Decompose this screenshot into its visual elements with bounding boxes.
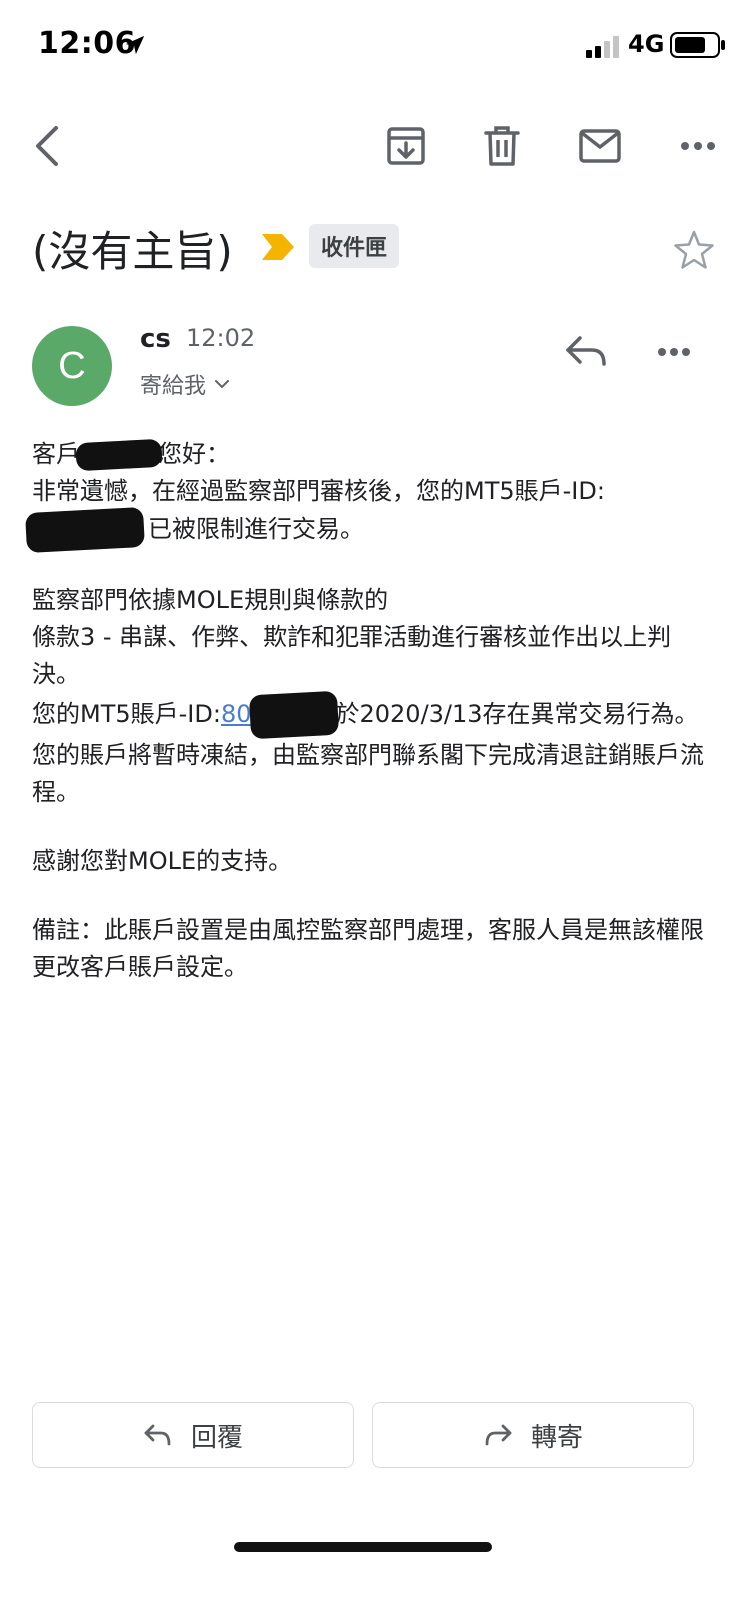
status-time: 12:06 — [38, 26, 136, 61]
star-icon[interactable] — [672, 228, 716, 272]
toolbar — [0, 100, 750, 190]
email-subject: (沒有主旨) — [32, 227, 233, 276]
location-arrow-icon — [125, 35, 145, 55]
forward-icon — [485, 1424, 512, 1446]
back-button[interactable] — [20, 118, 76, 174]
redacted-account-id — [248, 690, 339, 740]
forward-button[interactable]: 轉寄 — [372, 1402, 694, 1468]
reply-button[interactable]: 回覆 — [32, 1402, 354, 1468]
body-line: 感謝您對MOLE的支持。 — [32, 847, 293, 875]
more-icon — [681, 142, 715, 150]
delete-icon — [484, 126, 520, 166]
mail-icon — [579, 129, 621, 163]
network-label: 4G — [628, 30, 665, 58]
archive-button[interactable] — [378, 118, 434, 174]
body-line: 您的賬戶將暫時凍結，由監察部門聯系閣下完成清退註銷賬戶流程。 — [32, 741, 704, 806]
body-line: 已被限制進行交易。 — [25, 506, 712, 554]
more-options-button[interactable] — [670, 118, 726, 174]
mark-unread-button[interactable] — [572, 118, 628, 174]
signal-icon — [586, 36, 619, 58]
body-greeting: 客戶 您好： — [32, 436, 712, 473]
bottom-actions: 回覆 轉寄 — [32, 1402, 694, 1472]
body-line: 監察部門依據MOLE規則與條款的 — [32, 586, 389, 614]
recipient-details-toggle[interactable]: 寄給我 — [140, 368, 230, 400]
email-body: 客戶 您好： 非常遺憾，在經過監察部門審核後，您的MT5賬戶-ID: 已被限制進行… — [25, 436, 712, 986]
forward-label: 轉寄 — [530, 1422, 583, 1453]
body-line: 備註：此賬戶設置是由風控監察部門處理，客服人員是無該權限更改客戶賬戶設定。 — [32, 916, 704, 981]
body-line: 您的MT5賬戶-ID:80 於2020/3/13存在異常交易行為。 — [32, 690, 712, 740]
reply-icon — [144, 1424, 171, 1446]
account-id-link[interactable]: 80 — [221, 700, 252, 728]
sent-time: 12:02 — [186, 324, 256, 352]
sender-more-button[interactable] — [650, 328, 698, 376]
chevron-down-icon — [215, 380, 230, 389]
redacted-name — [75, 438, 163, 472]
more-icon — [658, 348, 690, 356]
home-indicator[interactable] — [234, 1542, 492, 1552]
body-line: 非常遺憾，在經過監察部門審核後，您的MT5賬戶-ID: — [32, 477, 605, 505]
importance-marker-icon[interactable] — [260, 232, 296, 262]
avatar[interactable]: C — [32, 326, 112, 406]
status-bar: 12:06 4G — [0, 0, 750, 90]
sender-name: cs — [140, 324, 171, 354]
sender-row: C cs 12:02 寄給我 — [32, 320, 722, 420]
battery-icon — [670, 32, 725, 58]
delete-button[interactable] — [474, 118, 530, 174]
reply-label: 回覆 — [190, 1422, 243, 1453]
recipient-label: 寄給我 — [140, 374, 207, 399]
body-line: 條款3 - 串謀、作弊、欺詐和犯罪活動進行審核並作出以上判決。 — [32, 623, 672, 688]
subject-row: (沒有主旨) 收件匣 — [32, 210, 732, 280]
reply-icon[interactable] — [562, 328, 610, 376]
archive-icon — [387, 127, 425, 165]
back-icon — [36, 126, 58, 166]
inbox-label[interactable]: 收件匣 — [309, 224, 400, 268]
redacted-account-id — [25, 506, 145, 554]
